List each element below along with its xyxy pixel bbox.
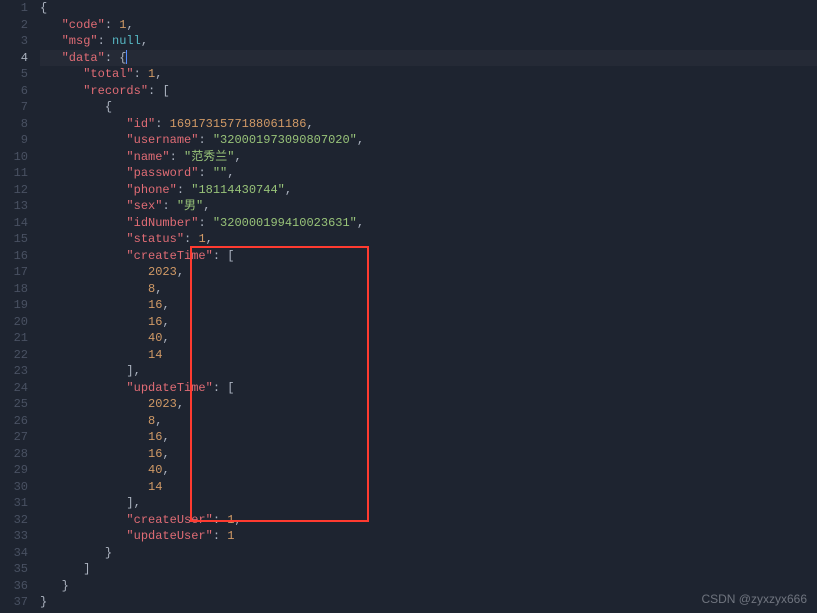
line-number: 30: [8, 479, 28, 496]
code-line: 8,: [40, 413, 809, 430]
code-line: {: [40, 99, 809, 116]
line-number: 32: [8, 512, 28, 529]
line-number: 4: [8, 50, 28, 67]
line-number: 22: [8, 347, 28, 364]
line-number: 5: [8, 66, 28, 83]
line-number: 10: [8, 149, 28, 166]
code-line: "records": [: [40, 83, 809, 100]
code-line: "code": 1,: [40, 17, 809, 34]
code-line: "createUser": 1,: [40, 512, 809, 529]
line-number: 24: [8, 380, 28, 397]
code-line: ],: [40, 363, 809, 380]
code-line: 8,: [40, 281, 809, 298]
line-number: 3: [8, 33, 28, 50]
line-number: 9: [8, 132, 28, 149]
watermark-text: CSDN @zyxzyx666: [701, 591, 807, 608]
line-number: 29: [8, 462, 28, 479]
line-number: 26: [8, 413, 28, 430]
code-line: 16,: [40, 429, 809, 446]
line-number: 21: [8, 330, 28, 347]
line-number: 12: [8, 182, 28, 199]
code-line: }: [40, 578, 809, 595]
code-line: ],: [40, 495, 809, 512]
code-line: }: [40, 545, 809, 562]
line-number: 2: [8, 17, 28, 34]
line-number: 1: [8, 0, 28, 17]
code-line: 2023,: [40, 264, 809, 281]
code-line: "total": 1,: [40, 66, 809, 83]
line-number: 15: [8, 231, 28, 248]
code-line: 14: [40, 347, 809, 364]
code-area[interactable]: { "code": 1, "msg": null, "data": { "tot…: [40, 0, 817, 613]
code-line: {: [40, 0, 809, 17]
line-number: 16: [8, 248, 28, 265]
line-number: 28: [8, 446, 28, 463]
code-line: "name": "范秀兰",: [40, 149, 809, 166]
code-line: "updateTime": [: [40, 380, 809, 397]
code-line: "username": "320001973090807020",: [40, 132, 809, 149]
code-editor[interactable]: 1 2 3 4 5 6 7 8 9 10 11 12 13 14 15 16 1…: [0, 0, 817, 613]
code-line: }: [40, 594, 809, 611]
line-number: 19: [8, 297, 28, 314]
line-number: 31: [8, 495, 28, 512]
code-line: "idNumber": "320000199410023631",: [40, 215, 809, 232]
line-number: 14: [8, 215, 28, 232]
line-number: 23: [8, 363, 28, 380]
code-line: 2023,: [40, 396, 809, 413]
code-line: "sex": "男",: [40, 198, 809, 215]
code-line: ]: [40, 561, 809, 578]
line-number: 27: [8, 429, 28, 446]
line-number: 18: [8, 281, 28, 298]
code-line: 40,: [40, 330, 809, 347]
code-line: 16,: [40, 297, 809, 314]
line-number: 34: [8, 545, 28, 562]
line-number: 37: [8, 594, 28, 611]
code-line: "data": {: [40, 50, 809, 67]
code-line: "id": 1691731577188061186,: [40, 116, 809, 133]
line-number: 7: [8, 99, 28, 116]
code-line: "createTime": [: [40, 248, 809, 265]
code-line: "status": 1,: [40, 231, 809, 248]
code-line: 16,: [40, 446, 809, 463]
line-number: 6: [8, 83, 28, 100]
line-number: 11: [8, 165, 28, 182]
line-number: 25: [8, 396, 28, 413]
line-number: 35: [8, 561, 28, 578]
line-number: 13: [8, 198, 28, 215]
code-line: "updateUser": 1: [40, 528, 809, 545]
line-number: 33: [8, 528, 28, 545]
code-line: "msg": null,: [40, 33, 809, 50]
line-number-gutter: 1 2 3 4 5 6 7 8 9 10 11 12 13 14 15 16 1…: [0, 0, 40, 613]
code-line: "password": "",: [40, 165, 809, 182]
code-line: 16,: [40, 314, 809, 331]
line-number: 17: [8, 264, 28, 281]
code-line: "phone": "18114430744",: [40, 182, 809, 199]
line-number: 20: [8, 314, 28, 331]
code-line: 40,: [40, 462, 809, 479]
line-number: 8: [8, 116, 28, 133]
line-number: 36: [8, 578, 28, 595]
code-line: 14: [40, 479, 809, 496]
text-cursor: [126, 50, 127, 64]
